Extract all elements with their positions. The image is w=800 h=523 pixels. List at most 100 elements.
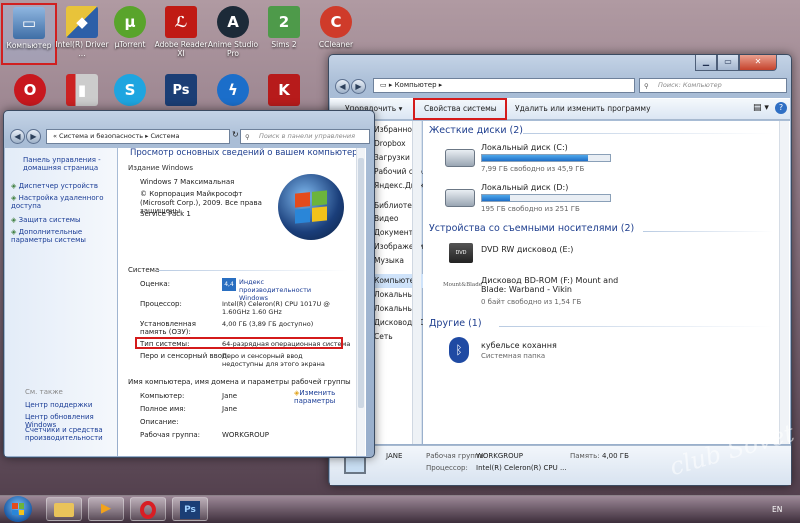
desktop-icon-opera[interactable]: O [0, 72, 60, 114]
drive-d[interactable]: Локальный диск (D:) 195 ГБ свободно из 2… [443, 183, 643, 219]
start-button[interactable] [4, 496, 32, 522]
shield-icon: ◈ [11, 216, 17, 224]
dvd-drive[interactable]: DVD DVD RW дисковод (E:) [443, 241, 643, 269]
hard-drive-icon [445, 189, 475, 207]
page-title: Просмотр основных сведений о вашем компь… [130, 148, 363, 158]
opera-icon: O [14, 74, 46, 106]
rating-label: Оценка: [140, 280, 171, 288]
change-settings-label: Изменить параметры [294, 389, 336, 405]
windows-flag-icon [12, 503, 24, 515]
sidebar-item-remote[interactable]: ◈ Настройка удаленного доступа [11, 194, 115, 210]
utorrent-icon: µ [114, 6, 146, 38]
sidebar-item-advanced[interactable]: ◈ Дополнительные параметры системы [11, 228, 115, 244]
desktop-icon-adobe-reader[interactable]: ℒ Adobe Reader XI [151, 4, 211, 62]
ram-label: Установленная память (ОЗУ): [140, 320, 196, 336]
help-icon[interactable]: ? [775, 102, 787, 114]
highlight-system-type [135, 337, 343, 349]
see-also-label: См. также [25, 388, 63, 396]
desktop-icon-photoshop[interactable]: Ps [151, 72, 211, 114]
bluetooth-item[interactable]: ᛒ кубельсе кохання Системная папка [443, 337, 643, 365]
main-scrollbar[interactable] [779, 121, 789, 444]
drive-free: 7,99 ГБ свободно из 45,9 ГБ [481, 165, 585, 173]
taskbar-opera[interactable] [130, 497, 166, 521]
details-memory: 4,00 ГБ [602, 452, 629, 460]
drive-name: Локальный диск (D:) [481, 183, 569, 192]
main-pane: Жесткие диски (2) Локальный диск (C:) 7,… [423, 121, 790, 444]
desktop-icon-computer[interactable]: ▭ Компьютер [1, 3, 57, 65]
view-options-icon[interactable]: ▤ ▾ [753, 103, 769, 113]
sidebar-item-device-manager[interactable]: ◈ Диспетчер устройств [11, 182, 115, 190]
pen-label: Перо и сенсорный ввод: [140, 352, 230, 360]
performance-index-link[interactable]: Индекс производительности Windows [239, 278, 331, 302]
drive-name: DVD RW дисковод (E:) [481, 245, 574, 254]
removable-header[interactable]: Устройства со съемными носителями (2) [429, 223, 634, 234]
minimize-button[interactable]: ▁ [695, 55, 717, 71]
photoshop-icon: Ps [165, 74, 197, 106]
maximize-button[interactable]: ▭ [717, 55, 739, 71]
scroll-thumb[interactable] [358, 158, 364, 408]
item-name: кубельсе кохання [481, 341, 557, 350]
section-title: Жесткие диски (2) [429, 125, 523, 136]
forward-button[interactable]: ▶ [26, 129, 41, 144]
back-button[interactable]: ◀ [10, 129, 25, 144]
drive-usage-bar [481, 154, 611, 162]
forward-button[interactable]: ▶ [351, 79, 366, 94]
computer-icon: ▭ [13, 7, 45, 39]
see-also-performance[interactable]: Счетчики и средства производительности [25, 426, 115, 442]
bd-icon: Mount&Blade [443, 282, 482, 288]
refresh-icon[interactable]: ↻ [232, 130, 239, 139]
ram-value: 4,00 ГБ (3,89 ГБ доступно) [222, 320, 314, 328]
service-pack: Service Pack 1 [140, 210, 191, 218]
taskbar-media-player[interactable]: ▶ [88, 497, 124, 521]
folder-icon [54, 503, 74, 517]
divider [643, 231, 773, 232]
drive-usage-fill [482, 195, 511, 201]
search-input[interactable]: ⚲ Поиск: Компьютер [639, 78, 787, 93]
see-also-action-center[interactable]: Центр поддержки [25, 401, 92, 409]
bd-drive[interactable]: Mount&Blade Дисковод BD-ROM (F:) Mount a… [443, 276, 663, 312]
divider [158, 270, 348, 271]
hard-drive-icon [445, 149, 475, 167]
drive-free: 0 байт свободно из 1,54 ГБ [481, 298, 582, 306]
desktop-icon-sims[interactable]: 2 Sims 2 [254, 4, 314, 62]
back-button[interactable]: ◀ [335, 79, 350, 94]
performance-badge[interactable]: 4,4 [222, 278, 236, 291]
close-button[interactable]: ✕ [739, 55, 777, 71]
fullname-label: Полное имя: [140, 405, 186, 413]
computer-label: Компьютер: [140, 392, 185, 400]
other-header[interactable]: Другие (1) [429, 318, 482, 329]
change-settings-link[interactable]: ◈Изменить параметры [294, 389, 352, 405]
taskbar-photoshop[interactable]: Ps [172, 497, 208, 521]
bluetooth-icon: ᛒ [449, 337, 469, 363]
highlight-system-properties [413, 98, 507, 120]
ccleaner-icon: C [320, 6, 352, 38]
breadcrumb[interactable]: « Система и безопасность ▸ Система [46, 129, 230, 144]
nav-scrollbar[interactable] [412, 121, 421, 444]
sidebar-item-label: Диспетчер устройств [18, 182, 98, 190]
hard-disks-header[interactable]: Жесткие диски (2) [429, 125, 523, 136]
tasks-sidebar: Панель управления - домашняя страница ◈ … [5, 148, 117, 456]
system-scrollbar[interactable] [356, 148, 365, 456]
computer-window[interactable]: ▁ ▭ ✕ ◀ ▶ ▭ ▸ Компьютер ▸ ⚲ Поиск: Компью… [328, 54, 792, 486]
drive-usage-fill [482, 155, 589, 161]
control-panel-home-link[interactable]: Панель управления - домашняя страница [23, 156, 111, 172]
system-window[interactable]: ◀ ▶ « Система и безопасность ▸ Система ↻… [3, 110, 375, 458]
divider [523, 133, 773, 134]
sidebar-item-protection[interactable]: ◈ Защита системы [11, 216, 115, 224]
item-type: Системная папка [481, 352, 546, 360]
details-cpu-label: Процессор: [426, 464, 468, 472]
details-user: JANE [386, 452, 403, 460]
taskbar-explorer[interactable] [46, 497, 82, 521]
drive-c[interactable]: Локальный диск (C:) 7,99 ГБ свободно из … [443, 143, 643, 179]
desktop-icon-kaspersky[interactable]: K [254, 72, 314, 114]
cpu-value: Intel(R) Celeron(R) CPU 1017U @ 1.60GHz … [222, 300, 330, 316]
language-indicator[interactable]: EN [772, 505, 782, 514]
opera-icon [140, 501, 156, 519]
uninstall-program-button[interactable]: Удалить или изменить программу [515, 104, 651, 113]
drive-usage-bar [481, 194, 611, 202]
address-bar[interactable]: ▭ ▸ Компьютер ▸ [373, 78, 635, 93]
drive-free: 195 ГБ свободно из 251 ГБ [481, 205, 580, 213]
system-header: Система [128, 266, 160, 274]
control-panel-search[interactable]: ⚲ Поиск в панели управления [240, 129, 370, 144]
system-main: Просмотр основных сведений о вашем компь… [118, 148, 366, 456]
